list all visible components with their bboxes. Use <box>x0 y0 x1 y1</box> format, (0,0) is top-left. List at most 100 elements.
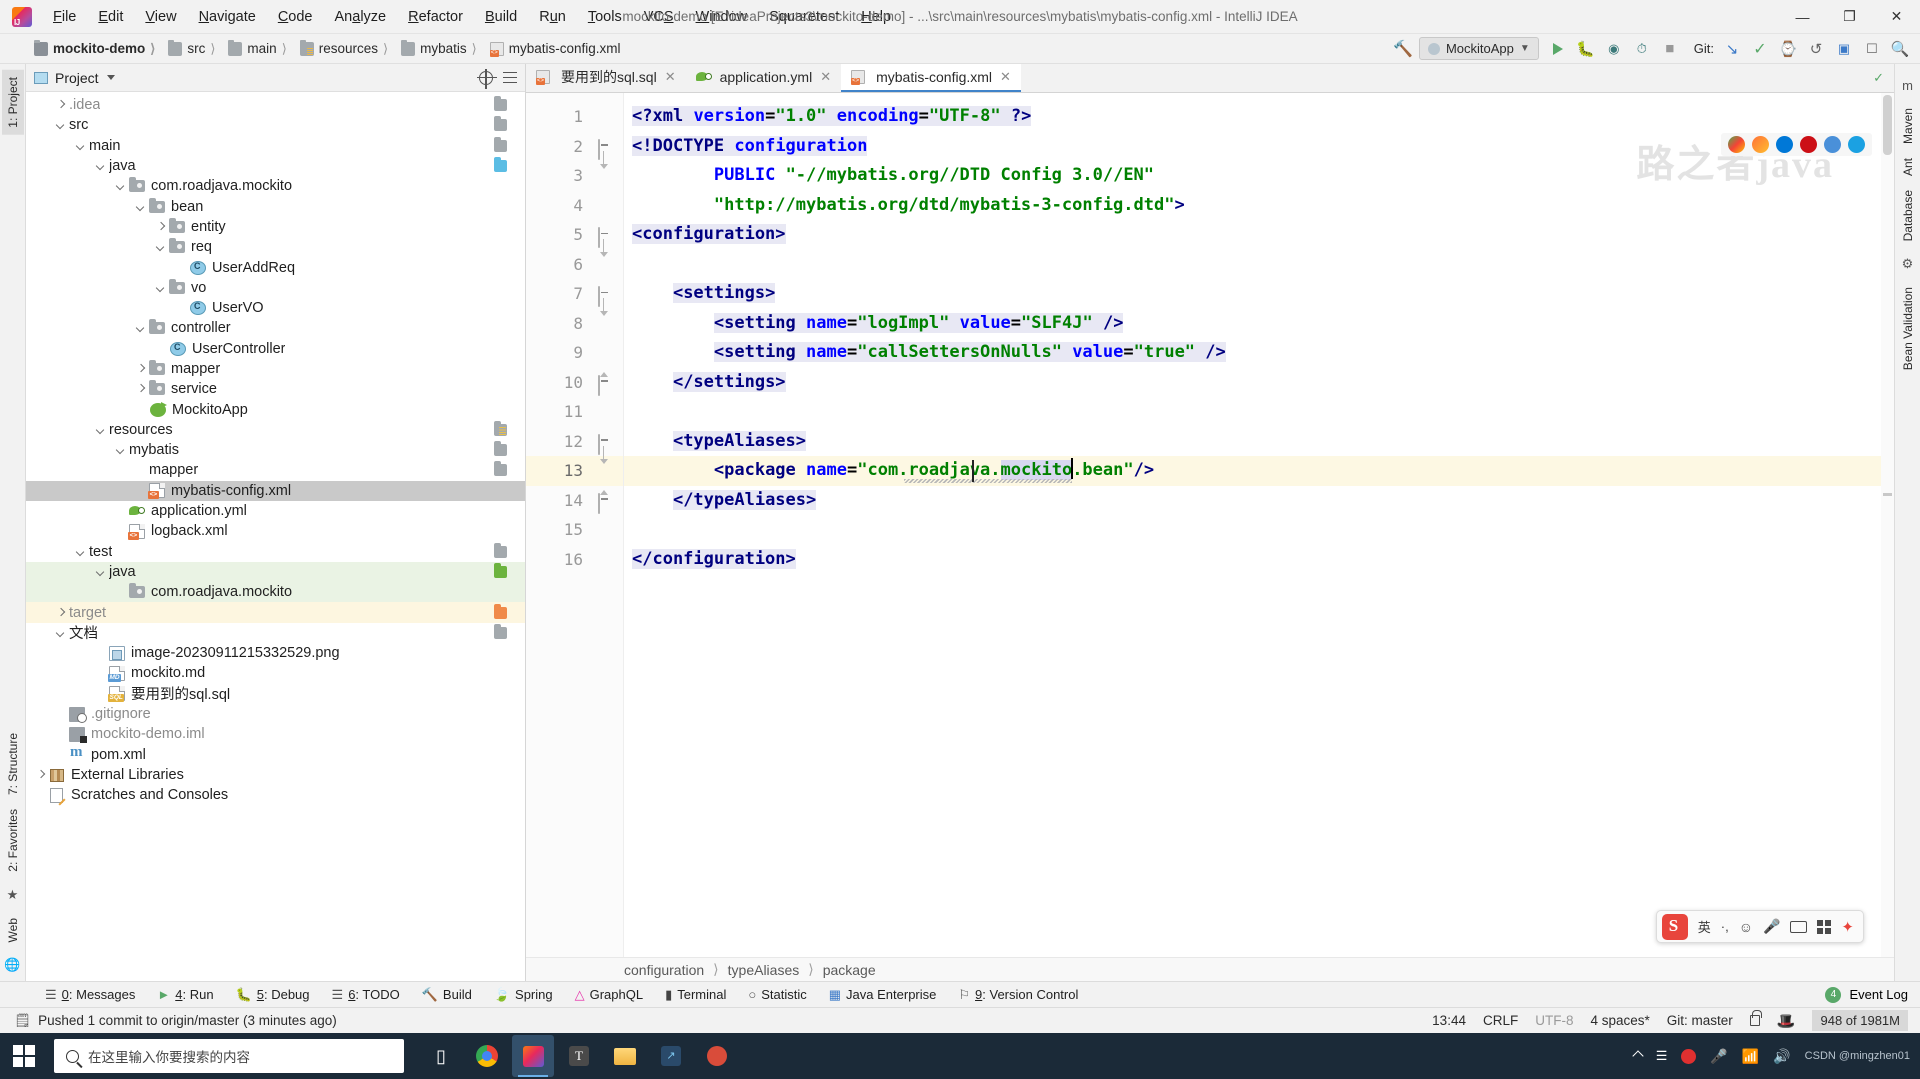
line-number[interactable]: 10 <box>526 368 623 398</box>
menu-view[interactable]: View <box>134 5 187 29</box>
line-number[interactable]: 8 <box>526 309 623 339</box>
menu-squaretest[interactable]: Squaretest <box>758 5 850 29</box>
search-everywhere-icon[interactable]: 🔍 <box>1888 38 1912 60</box>
menu-edit[interactable]: Edit <box>87 5 134 29</box>
run-with-coverage-button[interactable]: ◉ <box>1602 38 1626 60</box>
code-line[interactable]: <typeAliases> <box>624 427 1894 457</box>
tool-messages[interactable]: ☰ 0: Messages <box>34 984 146 1006</box>
chevron-down-icon[interactable] <box>106 75 115 80</box>
tree-row[interactable]: <> mybatis-config.xml <box>26 480 525 501</box>
chevron-down-icon[interactable] <box>74 545 87 558</box>
tree-row[interactable]: mockito-demo.iml <box>26 724 525 744</box>
web-globe-icon[interactable]: 🌐 <box>4 957 20 973</box>
intellij-idea-icon[interactable] <box>512 1035 554 1077</box>
event-log-area[interactable]: 4 Event Log <box>1825 986 1920 1003</box>
tool-graphql[interactable]: △ GraphQL <box>564 984 654 1006</box>
line-number[interactable]: 3 <box>526 161 623 191</box>
tree-row[interactable]: image-20230911215332529.png <box>26 643 525 663</box>
task-view-icon[interactable]: ▯ <box>420 1035 462 1077</box>
menu-navigate[interactable]: Navigate <box>188 5 267 29</box>
bean-icon[interactable]: ⚙ <box>1902 256 1914 272</box>
editor-breadcrumb-package[interactable]: package <box>823 962 876 978</box>
windows-start-icon[interactable] <box>0 1033 48 1079</box>
menu-analyze[interactable]: Analyze <box>324 5 398 29</box>
line-number[interactable]: 11 <box>526 397 623 427</box>
code-line[interactable]: "http://mybatis.org/dtd/mybatis-3-config… <box>624 191 1894 221</box>
tree-row[interactable]: mybatis <box>26 440 525 460</box>
code-line[interactable]: <package name="com.roadjava.mockito.bean… <box>624 456 1894 486</box>
line-number[interactable]: 15 <box>526 515 623 545</box>
sidebar-tab-maven[interactable]: Maven <box>1897 101 1919 151</box>
tool-terminal[interactable]: ▮ Terminal <box>654 984 737 1006</box>
breadcrumb-item-file[interactable]: mybatis-config.xml <box>486 39 625 58</box>
menu-file[interactable]: File <box>42 5 87 29</box>
chevron-down-icon[interactable] <box>154 281 167 294</box>
tree-row[interactable]: main <box>26 136 525 156</box>
recording-icon[interactable] <box>1681 1048 1697 1064</box>
line-number[interactable]: 5 <box>526 220 623 258</box>
line-number[interactable]: 12 <box>526 427 623 464</box>
run-button[interactable] <box>1546 38 1570 60</box>
code-line[interactable]: <setting name="logImpl" value="SLF4J" /> <box>624 309 1894 339</box>
line-number[interactable]: 6 <box>526 250 623 280</box>
network-icon[interactable]: 📶 <box>1742 1048 1759 1065</box>
menu-code[interactable]: Code <box>267 5 324 29</box>
fold-marker-icon[interactable] <box>598 489 611 514</box>
tool-spring[interactable]: 🍃 Spring <box>483 984 564 1006</box>
editor-breadcrumb[interactable]: configuration ⟩ typeAliases ⟩ package <box>526 957 1894 981</box>
tree-row[interactable]: req <box>26 237 525 257</box>
stop-button[interactable]: ■ <box>1658 38 1682 60</box>
tree-row[interactable]: UserAddReq <box>26 257 525 277</box>
breadcrumb-item-main[interactable]: main ⟩ <box>224 39 295 59</box>
tool-build[interactable]: 🔨 Build <box>411 984 483 1006</box>
tree-row[interactable]: controller <box>26 318 525 338</box>
close-icon[interactable]: ✕ <box>665 69 676 85</box>
menu-vcs[interactable]: VCS <box>633 5 685 29</box>
scrollbar-thumb[interactable] <box>1883 95 1892 155</box>
line-number[interactable]: 2 <box>526 132 623 169</box>
menu-run[interactable]: Run <box>528 5 577 29</box>
sidebar-tab-structure[interactable]: 7: Structure <box>2 726 24 802</box>
sidebar-tab-project[interactable]: 1: Project <box>1 70 24 135</box>
tree-row[interactable]: 文档 <box>26 623 525 643</box>
tool-debug[interactable]: 🐛 5: Debug <box>225 984 321 1006</box>
tab-application-yml[interactable]: application.yml ✕ <box>686 64 842 92</box>
editor-breadcrumb-configuration[interactable]: configuration <box>624 962 704 978</box>
code-line[interactable]: <setting name="callSettersOnNulls" value… <box>624 338 1894 368</box>
typora-icon[interactable]: T <box>558 1035 600 1077</box>
sogou-ime-logo-icon[interactable] <box>1661 913 1688 940</box>
code-line[interactable]: PUBLIC "-//mybatis.org//DTD Config 3.0//… <box>624 161 1894 191</box>
apps-grid-icon[interactable] <box>1817 919 1832 934</box>
chevron-right-icon[interactable] <box>54 606 67 619</box>
tree-row[interactable]: MockitoApp <box>26 399 525 419</box>
code-line[interactable]: <!DOCTYPE configuration <box>624 132 1894 162</box>
menu-window[interactable]: Window <box>685 5 759 29</box>
line-number[interactable]: 7 <box>526 279 623 317</box>
editor-vertical-scrollbar[interactable] <box>1881 93 1894 957</box>
line-number[interactable]: 14 <box>526 486 623 516</box>
close-button[interactable]: ✕ <box>1873 0 1920 34</box>
tree-row[interactable]: vo <box>26 278 525 298</box>
tree-row[interactable]: target <box>26 602 525 623</box>
breadcrumb[interactable]: mockito-demo ⟩ src ⟩ main ⟩ resources ⟩ … <box>30 39 625 59</box>
tree-row[interactable]: entity <box>26 217 525 237</box>
tree-row[interactable]: UserVO <box>26 298 525 318</box>
chevron-right-icon[interactable] <box>134 363 147 376</box>
chevron-down-icon[interactable] <box>114 444 127 457</box>
tree-row[interactable]: java <box>26 156 525 176</box>
tree-row[interactable]: .gitignore <box>26 704 525 724</box>
tool-java-enterprise[interactable]: ▦ Java Enterprise <box>818 984 948 1006</box>
maximize-button[interactable]: ❐ <box>1826 0 1873 34</box>
line-number[interactable]: 1 <box>526 102 623 132</box>
keyboard-icon[interactable] <box>1790 920 1808 933</box>
tree-row[interactable]: com.roadjava.mockito <box>26 582 525 603</box>
editor-gutter[interactable]: 1 2 3 4 5 6 7 8 9 10 11 12 13 14 15 16 <box>526 93 624 957</box>
code-line[interactable]: </typeAliases> <box>624 486 1894 516</box>
crosshair-icon[interactable] <box>477 68 497 89</box>
tab-sql-file[interactable]: 要用到的sql.sql ✕ <box>526 64 686 92</box>
structure-icon[interactable]: ▣ <box>1832 38 1856 60</box>
code-line[interactable] <box>624 397 1894 427</box>
code-line[interactable] <box>624 515 1894 545</box>
sidebar-tab-database[interactable]: Database <box>1897 183 1919 248</box>
breadcrumb-item-resources[interactable]: resources ⟩ <box>296 39 397 59</box>
